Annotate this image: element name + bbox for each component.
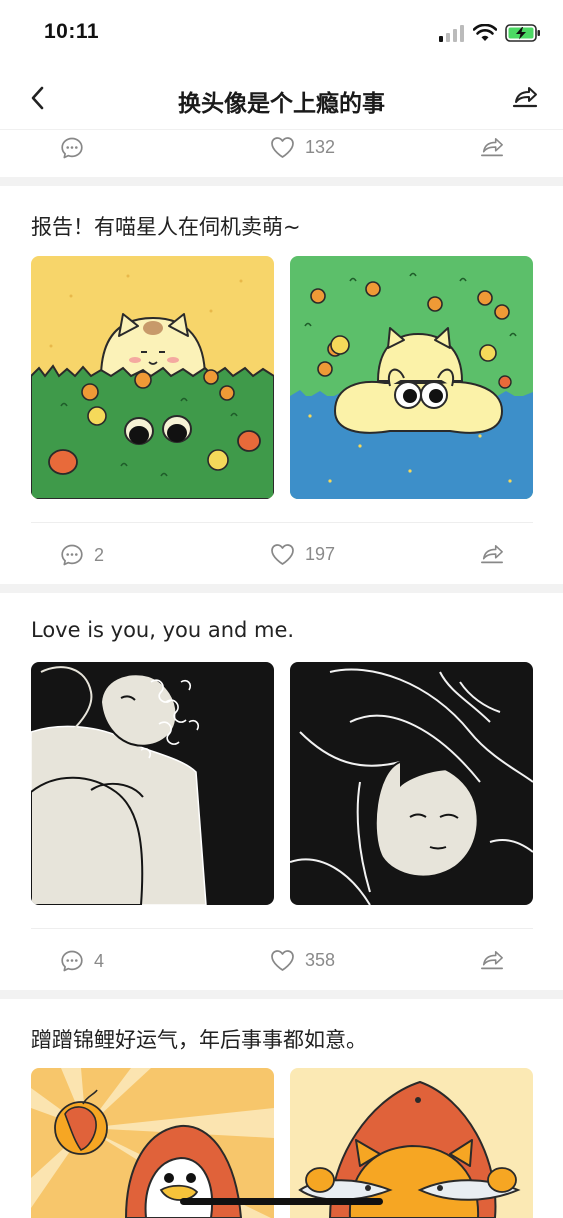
like-button[interactable]: 358: [270, 949, 335, 972]
home-indicator[interactable]: [180, 1198, 383, 1205]
comment-icon: [61, 137, 83, 159]
section-separator: [0, 584, 563, 593]
share-icon: [481, 544, 503, 564]
divider: [31, 928, 533, 929]
share-icon: [512, 87, 538, 108]
comment-icon: [61, 544, 83, 566]
post-title: Love is you, you and me.: [31, 618, 295, 642]
comment-count: 4: [94, 950, 105, 971]
signal-icon: [439, 24, 465, 47]
share-post-button[interactable]: [479, 543, 505, 567]
comment-button[interactable]: 4: [60, 949, 104, 973]
like-count: 197: [305, 544, 336, 564]
wifi-icon: [472, 23, 498, 47]
page-title: 换头像是个上瘾的事: [178, 91, 385, 117]
comment-button[interactable]: [60, 136, 84, 160]
status-icons: [439, 23, 541, 47]
section-separator: [0, 990, 563, 999]
share-post-button[interactable]: [479, 949, 505, 973]
comment-button[interactable]: 2: [60, 543, 104, 567]
like-button[interactable]: 132: [270, 136, 335, 159]
post-image[interactable]: [290, 662, 533, 905]
like-count: 358: [305, 950, 336, 970]
heart-icon: [271, 950, 294, 971]
heart-icon: [271, 137, 294, 158]
post-image[interactable]: [31, 662, 274, 905]
post-title: 蹭蹭锦鲤好运气，年后事事都如意。: [31, 1028, 367, 1052]
post-image[interactable]: [31, 256, 274, 499]
post-image[interactable]: [290, 256, 533, 499]
post-image[interactable]: [290, 1068, 533, 1218]
status-time: 10:11: [44, 20, 100, 43]
section-separator: [0, 177, 563, 186]
like-button[interactable]: 197: [270, 543, 335, 566]
heart-icon: [271, 544, 294, 565]
nav-bar: 换头像是个上瘾的事: [0, 66, 563, 130]
share-icon: [481, 950, 503, 970]
post-image[interactable]: [31, 1068, 274, 1218]
like-count: 132: [305, 137, 336, 157]
action-row: 4 358: [0, 941, 563, 981]
status-bar: 10:11: [0, 0, 563, 66]
share-post-button[interactable]: [479, 136, 505, 160]
divider: [31, 522, 533, 523]
post-title: 报告！有喵星人在伺机卖萌~: [31, 215, 301, 239]
comment-count: 2: [94, 544, 105, 565]
share-icon: [481, 137, 503, 157]
share-button[interactable]: [509, 82, 541, 114]
battery-charging-icon: [505, 24, 541, 47]
comment-icon: [61, 950, 83, 972]
action-row: 2 197: [0, 535, 563, 575]
action-row: 132: [0, 128, 563, 168]
